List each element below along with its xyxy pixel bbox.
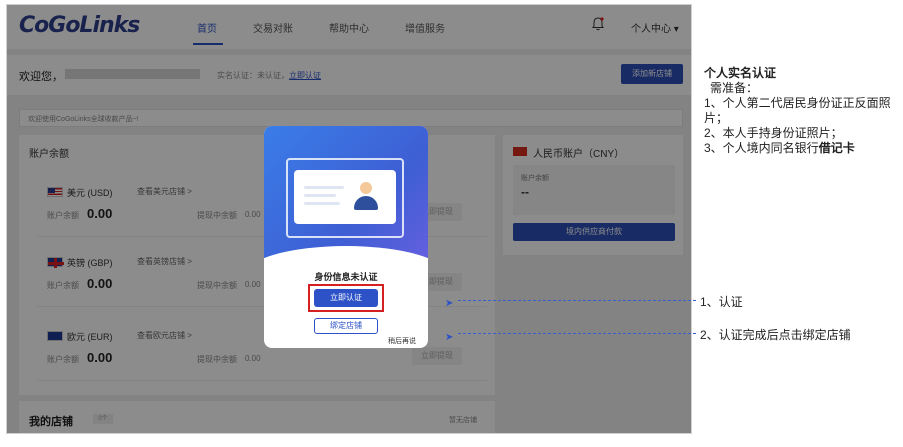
id-card-line	[304, 202, 340, 205]
verify-now-button[interactable]: 立即认证	[314, 289, 378, 307]
instructions-item2: 2、本人手持身份证照片；	[704, 126, 843, 140]
instructions-prepare: 需准备：	[710, 81, 759, 95]
instructions-title: 个人实名认证	[704, 66, 777, 80]
instructions-panel: 个人实名认证 需准备： 1、个人第二代居民身份证正反面照片； 2、本人手持身份证…	[704, 66, 900, 156]
instructions-item3-text: 3、个人境内同名银行	[704, 141, 819, 155]
modal-status: 身份信息未认证	[314, 272, 378, 282]
callout-line-step1	[458, 300, 696, 301]
avatar-head-icon	[360, 182, 372, 194]
callout-step1: 1、认证	[700, 295, 743, 309]
id-card-icon	[294, 170, 396, 224]
callout-step2: 2、认证完成后点击绑定店铺	[700, 328, 851, 342]
instructions-item3-bold: 借记卡	[818, 141, 855, 155]
id-card-line	[304, 194, 336, 197]
arrow-right-icon: ➤	[445, 298, 454, 309]
arrow-right-icon: ➤	[445, 332, 454, 343]
screenshot-frame: CoGoLinks 首页 交易对账 帮助中心 增值服务 个人中心 ▾ 欢迎您， …	[6, 4, 692, 434]
later-link[interactable]: 稍后再说	[388, 336, 416, 346]
id-card-line	[304, 186, 344, 189]
instructions-item1: 1、个人第二代居民身份证正反面照片；	[704, 96, 891, 125]
verify-modal: 身份信息未认证 立即认证 绑定店铺 稍后再说	[264, 126, 428, 348]
instructions-item3: 3、个人境内同名银行借记卡	[704, 141, 900, 156]
bind-store-button[interactable]: 绑定店铺	[314, 318, 378, 334]
avatar-body-icon	[354, 196, 378, 210]
callout-line-step2	[458, 333, 696, 334]
